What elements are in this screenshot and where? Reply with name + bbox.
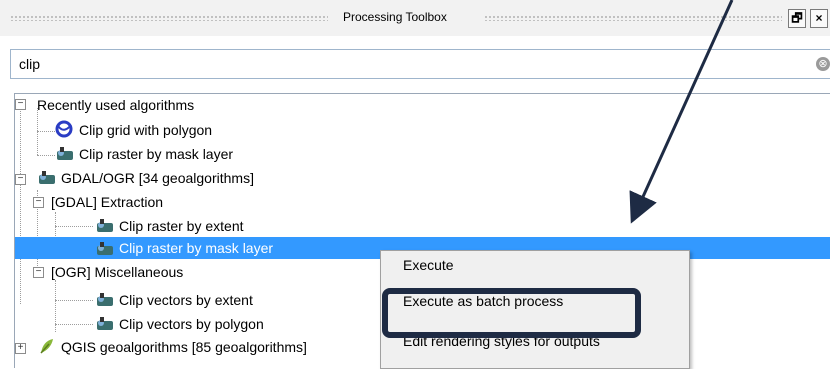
annotation-arrow [629, 0, 734, 224]
